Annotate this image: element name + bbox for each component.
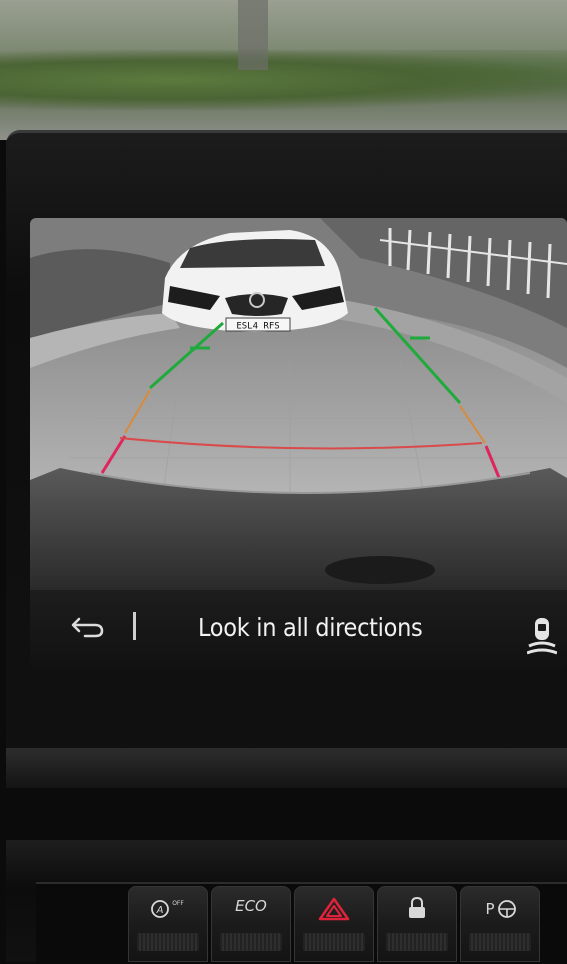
auto-start-stop-off-icon: A OFF (151, 900, 184, 918)
button-grip (386, 933, 448, 951)
eco-button[interactable]: ECO (211, 886, 291, 962)
svg-text:P: P (485, 900, 494, 918)
status-message: Look in all directions (198, 613, 423, 642)
hazard-button[interactable] (294, 886, 374, 962)
svg-text:OFF: OFF (172, 900, 184, 907)
auto-start-stop-off-button[interactable]: A OFF (128, 886, 208, 962)
pole (238, 0, 268, 70)
park-assist-icon: P (485, 900, 516, 918)
rear-camera-view: ESL4 RFS (30, 218, 567, 590)
button-grip (303, 933, 365, 951)
hedge (0, 50, 567, 110)
eco-label: ECO (235, 897, 267, 915)
lock-icon (409, 897, 425, 918)
parking-sensor-icon[interactable] (526, 616, 558, 656)
lock-button[interactable] (377, 886, 457, 962)
bezel-lip (6, 748, 567, 788)
status-bar: Look in all directions (30, 590, 567, 670)
button-grip (137, 933, 199, 951)
background-scenery (0, 0, 567, 140)
infotainment-screen: ESL4 RFS Look in all directions (30, 218, 567, 670)
svg-text:A: A (156, 905, 164, 916)
back-arrow-icon[interactable] (68, 610, 108, 644)
separator (133, 612, 136, 640)
button-grip (469, 933, 531, 951)
button-grip (220, 933, 282, 951)
park-assist-button[interactable]: P (460, 886, 540, 962)
license-plate: ESL4 RFS (236, 322, 279, 332)
console-button-strip: A OFF ECO P (6, 840, 567, 964)
hazard-triangle-icon (318, 897, 350, 921)
